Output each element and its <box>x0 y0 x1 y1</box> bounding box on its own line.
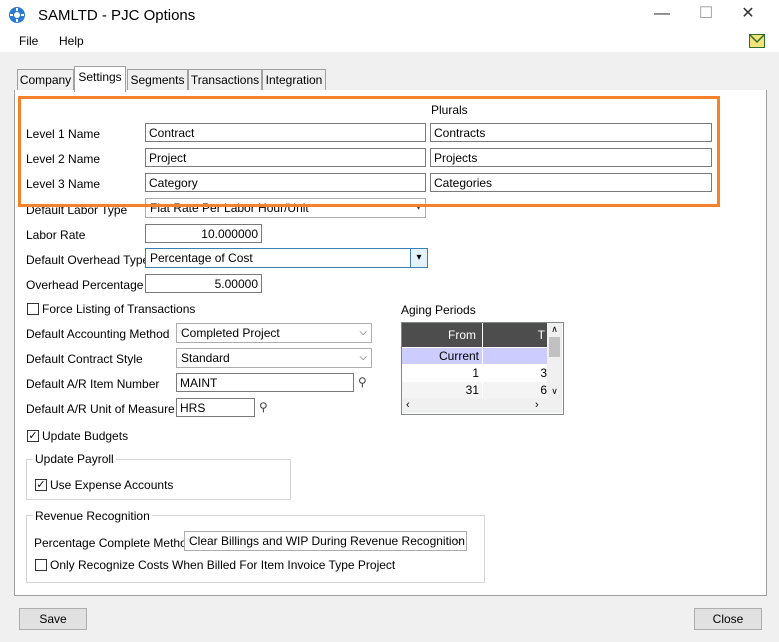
grid-header-to[interactable]: T <box>483 323 547 347</box>
use-expense-checkbox[interactable]: ✓ <box>35 479 47 491</box>
aging-periods-label: Aging Periods <box>401 303 476 317</box>
grid-row-to[interactable] <box>483 348 547 364</box>
chevron-down-icon: ▾ <box>415 202 421 213</box>
ar-item-label: Default A/R Item Number <box>26 377 160 391</box>
pjc-options-window: SAMLTD - PJC Options — ☐ ✕ File Help Com… <box>0 0 779 642</box>
grid-row-from[interactable]: Current <box>402 348 482 364</box>
plurals-header: Plurals <box>431 103 468 117</box>
gear-icon <box>9 7 25 23</box>
maximize-button[interactable]: ☐ <box>684 2 728 26</box>
level2-plural-input[interactable]: Projects <box>430 148 712 167</box>
grid-row-from[interactable]: 1 <box>402 365 482 381</box>
update-payroll-title: Update Payroll <box>33 452 116 466</box>
scroll-left-icon[interactable]: ‹ <box>406 398 410 413</box>
accounting-method-combo[interactable]: Completed Project ⌵ <box>176 323 372 343</box>
chevron-down-icon: ⌵ <box>359 327 367 338</box>
contract-style-label: Default Contract Style <box>26 352 143 366</box>
only-recognize-label: Only Recognize Costs When Billed For Ite… <box>50 558 396 572</box>
overhead-type-value: Percentage of Cost <box>150 251 253 265</box>
search-icon[interactable]: ⚲ <box>358 375 367 389</box>
close-window-button[interactable]: ✕ <box>726 2 770 26</box>
grid-header-from[interactable]: From <box>402 323 482 347</box>
horizontal-scrollbar[interactable]: ‹ › <box>402 398 562 413</box>
level1-plural-input[interactable]: Contracts <box>430 123 712 142</box>
labor-type-value: Flat Rate Per Labor Hour/Unit <box>150 201 309 215</box>
pct-complete-label: Percentage Complete Method <box>34 536 194 550</box>
scroll-up-icon[interactable]: ∧ <box>547 323 562 335</box>
grid-row-from[interactable]: 31 <box>402 382 482 398</box>
chevron-down-icon: ⌵ <box>454 535 462 546</box>
menu-help[interactable]: Help <box>59 34 84 48</box>
scroll-right-icon[interactable]: › <box>535 398 539 413</box>
scroll-down-icon[interactable]: ∨ <box>547 385 562 397</box>
ar-uom-label: Default A/R Unit of Measure <box>26 402 175 416</box>
tab-integration[interactable]: Integration <box>262 69 326 90</box>
tab-settings[interactable]: Settings <box>74 66 126 92</box>
level2-label: Level 2 Name <box>26 152 101 166</box>
minimize-button[interactable]: — <box>640 2 684 26</box>
tab-transactions[interactable]: Transactions <box>188 69 262 90</box>
window-title: SAMLTD - PJC Options <box>38 7 196 24</box>
update-budgets-label: Update Budgets <box>42 429 129 443</box>
contract-style-combo[interactable]: Standard ⌵ <box>176 348 372 368</box>
tab-company[interactable]: Company <box>17 69 74 90</box>
pct-complete-combo[interactable]: Clear Billings and WIP During Revenue Re… <box>184 531 467 551</box>
accounting-method-label: Default Accounting Method <box>26 327 170 341</box>
force-listing-checkbox[interactable] <box>27 303 39 315</box>
grid-row-to[interactable]: 6 <box>483 382 547 398</box>
vertical-scrollbar[interactable]: ∧ ∨ <box>547 323 562 398</box>
chevron-down-icon: ⌵ <box>359 352 367 363</box>
level3-name-input[interactable]: Category <box>145 173 426 192</box>
labor-type-combo[interactable]: Flat Rate Per Labor Hour/Unit ▾ <box>145 198 426 218</box>
level1-name-input[interactable]: Contract <box>145 123 426 142</box>
labor-type-label: Default Labor Type <box>26 203 128 217</box>
update-budgets-checkbox[interactable]: ✓ <box>27 430 39 442</box>
contract-style-value: Standard <box>181 351 230 365</box>
level1-label: Level 1 Name <box>26 127 101 141</box>
force-listing-label: Force Listing of Transactions <box>42 302 196 316</box>
overhead-pct-label: Overhead Percentage <box>26 278 144 292</box>
mail-icon[interactable] <box>749 34 765 48</box>
overhead-type-label: Default Overhead Type <box>26 253 150 267</box>
use-expense-label: Use Expense Accounts <box>50 478 174 492</box>
title-bar: SAMLTD - PJC Options — ☐ ✕ <box>0 0 779 30</box>
only-recognize-checkbox[interactable] <box>35 559 47 571</box>
level2-name-input[interactable]: Project <box>145 148 426 167</box>
overhead-type-combo[interactable]: Percentage of Cost <box>145 248 428 268</box>
grid-row-to[interactable]: 3 <box>483 365 547 381</box>
aging-periods-grid[interactable]: From T Current 1 3 31 6 ∧ ∨ ‹ › <box>401 322 564 415</box>
pct-complete-value: Clear Billings and WIP During Revenue Re… <box>189 534 465 548</box>
ar-uom-input[interactable]: HRS <box>176 398 255 417</box>
search-icon[interactable]: ⚲ <box>259 400 268 414</box>
tab-segments[interactable]: Segments <box>127 69 188 90</box>
labor-rate-input[interactable]: 10.000000 <box>145 224 262 243</box>
menu-bar: File Help <box>0 30 779 52</box>
menu-file[interactable]: File <box>19 34 38 48</box>
ar-item-input[interactable]: MAINT <box>176 373 354 392</box>
level3-plural-input[interactable]: Categories <box>430 173 712 192</box>
revenue-recognition-title: Revenue Recognition <box>33 509 152 523</box>
scrollbar-thumb[interactable] <box>549 337 560 357</box>
overhead-pct-input[interactable]: 5.00000 <box>145 274 262 293</box>
level3-label: Level 3 Name <box>26 177 101 191</box>
close-button[interactable]: Close <box>694 608 762 630</box>
labor-rate-label: Labor Rate <box>26 228 86 242</box>
chevron-down-icon[interactable]: ▾ <box>410 249 427 267</box>
save-button[interactable]: Save <box>19 608 87 630</box>
accounting-method-value: Completed Project <box>181 326 280 340</box>
